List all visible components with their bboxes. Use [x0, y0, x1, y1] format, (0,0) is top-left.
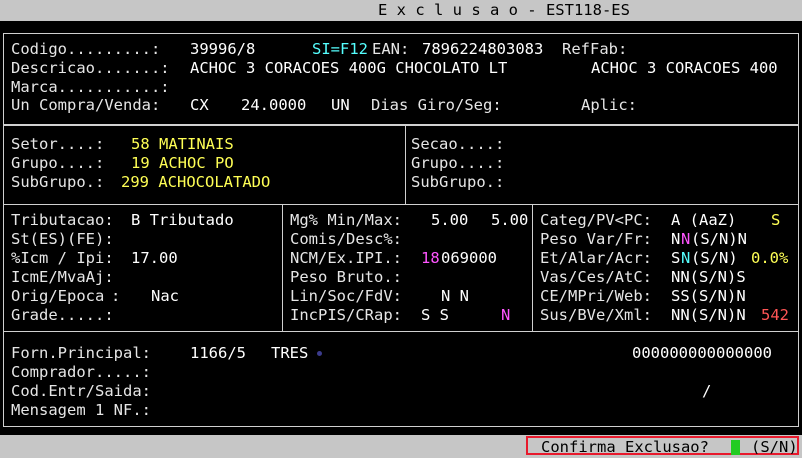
categ-field[interactable]: A (AaZ): [671, 211, 736, 230]
etalar-c: (S/N): [691, 249, 738, 267]
grupo2-label: Grupo....:: [411, 154, 505, 172]
secao-label: Secao....:: [411, 135, 505, 153]
ce-field[interactable]: SS(S/N)N: [671, 287, 746, 306]
forn-label: Forn.Principal:: [11, 344, 151, 362]
input-cursor[interactable]: [731, 440, 740, 455]
reffab-label: RefFab:: [562, 40, 628, 58]
etalar-label: Et/Alar/Acr:: [540, 249, 652, 267]
forn-code-field[interactable]: 1166/5: [190, 344, 246, 363]
etalar-b[interactable]: N: [681, 249, 690, 268]
ncm-label: NCM/Ex.IPI.:: [290, 249, 402, 267]
categ-flag[interactable]: S: [771, 211, 780, 230]
pesovar-label: Peso Var/Fr:: [540, 230, 652, 248]
orig-colon: :: [111, 287, 121, 305]
codigo-field[interactable]: 39996/8: [190, 40, 255, 59]
pesovar-b[interactable]: N: [681, 230, 690, 249]
codentr-label: Cod.Entr/Saida:: [11, 382, 151, 400]
etalar-pct[interactable]: 0.0%: [751, 249, 788, 268]
subgrupo-label: SubGrupo.:: [11, 173, 105, 191]
icme-label: IcmE/MvaAj:: [11, 268, 114, 286]
incpis-flag[interactable]: N: [501, 306, 510, 325]
ncm-field[interactable]: 069000: [441, 249, 497, 268]
subgrupo-field[interactable]: 299 ACHOCOLATADO: [121, 173, 270, 192]
descricao-label: Descricao.......:: [11, 59, 170, 77]
subgrupo2-label: SubGrupo.:: [411, 173, 505, 191]
orig-label: Orig/Epoca: [11, 287, 105, 305]
confirm-label: Confirma Exclusao?: [541, 438, 709, 456]
incpis-label: IncPIS/CRap:: [290, 306, 402, 324]
tributacao-field[interactable]: B Tributado: [131, 211, 234, 230]
mg-max-field[interactable]: 5.00: [491, 211, 528, 230]
pesovar-c: (S/N)N: [691, 230, 747, 248]
codentr-separator: /: [702, 382, 712, 400]
ean-field[interactable]: 7896224803083: [422, 40, 543, 59]
sus-field[interactable]: NN(S/N)N: [671, 306, 746, 325]
grupo-field[interactable]: 19 ACHOC PO: [131, 154, 234, 173]
icm-field[interactable]: 17.00: [131, 249, 178, 268]
vas-label: Vas/Ces/AtC:: [540, 268, 652, 286]
un-venda-field[interactable]: UN: [331, 96, 350, 115]
comis-label: Comis/Desc%:: [290, 230, 402, 248]
forn-name: TRES: [271, 344, 309, 362]
codigo-label: Codigo.........:: [11, 40, 161, 58]
window-title-bar: E x c l u s a o - EST118-ES: [0, 0, 802, 21]
icm-label: %Icm / Ipi:: [11, 249, 114, 267]
incpis-field[interactable]: S S: [421, 306, 449, 325]
grupo-label: Grupo....:: [11, 154, 105, 172]
lin-field[interactable]: N N: [441, 287, 469, 306]
tributacao-label: Tributacao:: [11, 211, 114, 229]
descricao-field[interactable]: ACHOC 3 CORACOES 400G CHOCOLATO LT: [190, 59, 507, 78]
orig-field[interactable]: Nac: [151, 287, 179, 306]
setor-label: Setor....:: [11, 135, 105, 153]
marca-label: Marca...........:: [11, 78, 170, 96]
categ-label: Categ/PV<PC:: [540, 211, 652, 229]
ean-label: EAN:: [372, 40, 410, 58]
sus-label: Sus/BVe/Xml:: [540, 306, 652, 324]
separator-dot: [317, 351, 322, 356]
ncm-prefix[interactable]: 18: [421, 249, 440, 268]
diasgiro-label: Dias Giro/Seg:: [371, 96, 502, 114]
un-compra-field[interactable]: CX: [190, 96, 209, 115]
aplic-label: Aplic:: [581, 96, 637, 114]
st-label: St(ES)(FE):: [11, 230, 114, 248]
f12-hint: SI=F12: [312, 40, 368, 58]
fator-field[interactable]: 24.0000: [241, 96, 306, 115]
comprador-label: Comprador.....:: [11, 363, 151, 381]
vas-field[interactable]: NN(S/N)S: [671, 268, 746, 287]
mg-label: Mg% Min/Max:: [290, 211, 402, 229]
lin-label: Lin/Soc/FdV:: [290, 287, 402, 305]
etalar-a[interactable]: S: [671, 249, 680, 268]
descricao-short-field[interactable]: ACHOC 3 CORACOES 400: [591, 59, 778, 78]
setor-field[interactable]: 58 MATINAIS: [131, 135, 234, 154]
mg-min-field[interactable]: 5.00: [431, 211, 468, 230]
grade-label: Grade.....:: [11, 306, 114, 324]
window-title: E x c l u s a o - EST118-ES: [378, 1, 630, 19]
pesovar-a[interactable]: N: [671, 230, 680, 249]
ce-label: CE/MPri/Web:: [540, 287, 652, 305]
peso-label: Peso Bruto.:: [290, 268, 402, 286]
confirm-options: (S/N): [751, 438, 798, 456]
mensagem-label: Mensagem 1 NF.:: [11, 401, 151, 419]
uncompra-label: Un Compra/Venda:: [11, 96, 161, 114]
forn-number: 000000000000000: [632, 344, 772, 362]
sus-code[interactable]: 542: [761, 306, 789, 325]
